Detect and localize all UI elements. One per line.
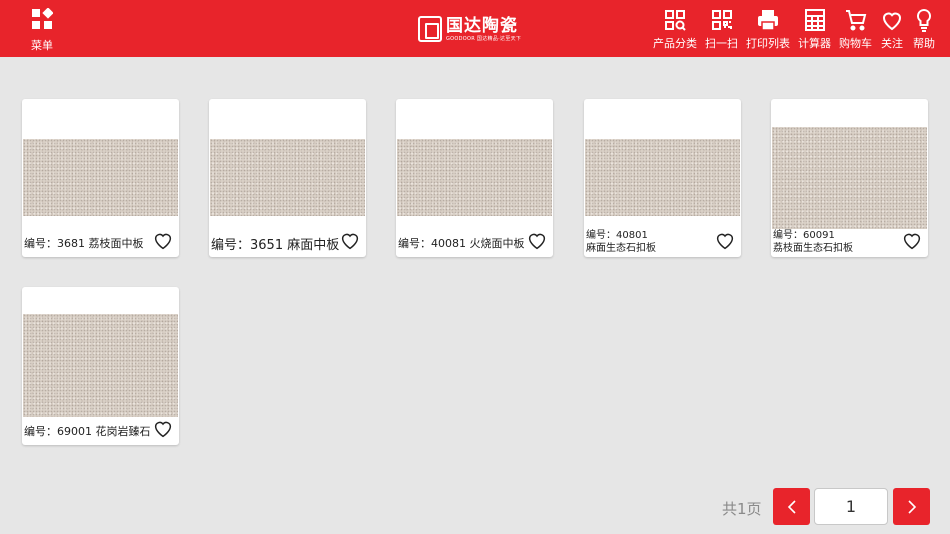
nav-follow[interactable]: 关注 [880, 8, 904, 51]
menu-label: 菜单 [31, 39, 53, 52]
product-card[interactable]: 编号：3681 荔枝面中板 [22, 99, 179, 257]
product-image [210, 139, 365, 216]
product-card[interactable]: 编号：3651 麻面中板 [209, 99, 366, 257]
nav-label: 关注 [881, 37, 903, 50]
product-caption: 编号：40081 火烧面中板 [398, 237, 525, 250]
calculator-icon [803, 8, 827, 32]
product-caption: 编号：40801 麻面生态石扣板 [586, 229, 656, 255]
nav-label: 帮助 [913, 37, 935, 50]
nav-label: 扫一扫 [705, 37, 738, 50]
product-card[interactable]: 编号：69001 花岗岩臻石 [22, 287, 179, 445]
favorite-heart-icon[interactable] [715, 232, 735, 250]
product-name: 荔枝面生态石扣板 [773, 243, 853, 254]
chevron-right-icon [907, 499, 916, 514]
shopping-cart-icon [844, 8, 868, 32]
qr-scan-icon [710, 8, 734, 32]
product-category-icon [663, 8, 687, 32]
favorite-heart-icon[interactable] [153, 232, 173, 250]
favorite-heart-icon[interactable] [153, 420, 173, 438]
product-caption: 编号：3681 荔枝面中板 [24, 237, 144, 250]
brand-logo: 国达陶瓷 GOODOOR 国达精品·达至天下 [418, 12, 521, 46]
chevron-left-icon [787, 499, 796, 514]
heart-icon [880, 8, 904, 32]
product-caption: 编号：69001 花岗岩臻石 [24, 425, 151, 438]
product-card[interactable]: 编号：40801 麻面生态石扣板 [584, 99, 741, 257]
product-image [23, 314, 178, 417]
product-image [585, 139, 740, 216]
nav-label: 打印列表 [746, 37, 790, 50]
nav-cart[interactable]: 购物车 [839, 8, 872, 51]
top-nav: 产品分类 扫一扫 打印列表 计算器 购物车 关注 帮助 [645, 8, 936, 51]
product-name: 麻面生态石扣板 [586, 243, 656, 254]
nav-label: 计算器 [798, 37, 831, 50]
product-image [23, 139, 178, 216]
nav-help[interactable]: 帮助 [912, 8, 936, 51]
favorite-heart-icon[interactable] [340, 232, 360, 250]
pagination: 共1页 [0, 488, 950, 525]
lightbulb-icon [912, 8, 936, 32]
brand-subtitle: GOODOOR 国达精品·达至天下 [446, 35, 522, 42]
nav-label: 产品分类 [653, 37, 697, 50]
product-code: 编号：60091 [773, 230, 835, 241]
nav-scan[interactable]: 扫一扫 [705, 8, 738, 51]
nav-product-category[interactable]: 产品分类 [653, 8, 697, 51]
product-caption: 编号：3651 麻面中板 [211, 238, 340, 253]
printer-icon [756, 8, 780, 32]
nav-print-list[interactable]: 打印列表 [746, 8, 790, 51]
nav-label: 购物车 [839, 37, 872, 50]
favorite-heart-icon[interactable] [527, 232, 547, 250]
product-code: 编号：40801 [586, 230, 648, 241]
brand-name: 国达陶瓷 [446, 15, 518, 36]
next-page-button[interactable] [893, 488, 930, 525]
nav-calculator[interactable]: 计算器 [798, 8, 831, 51]
product-image [772, 127, 927, 229]
favorite-heart-icon[interactable] [902, 232, 922, 250]
page-number-input[interactable] [814, 488, 888, 525]
product-card[interactable]: 编号：60091 荔枝面生态石扣板 [771, 99, 928, 257]
top-bar: 菜单 国达陶瓷 GOODOOR 国达精品·达至天下 产品分类 扫一扫 打印列表 … [0, 0, 950, 57]
product-caption: 编号：60091 荔枝面生态石扣板 [773, 229, 853, 255]
product-card[interactable]: 编号：40081 火烧面中板 [396, 99, 553, 257]
prev-page-button[interactable] [773, 488, 810, 525]
menu-button[interactable]: 菜单 [22, 7, 62, 52]
grid-menu-icon [32, 7, 54, 29]
product-image [397, 139, 552, 216]
total-pages-label: 共1页 [722, 500, 762, 518]
logo-mark-icon [418, 16, 442, 42]
